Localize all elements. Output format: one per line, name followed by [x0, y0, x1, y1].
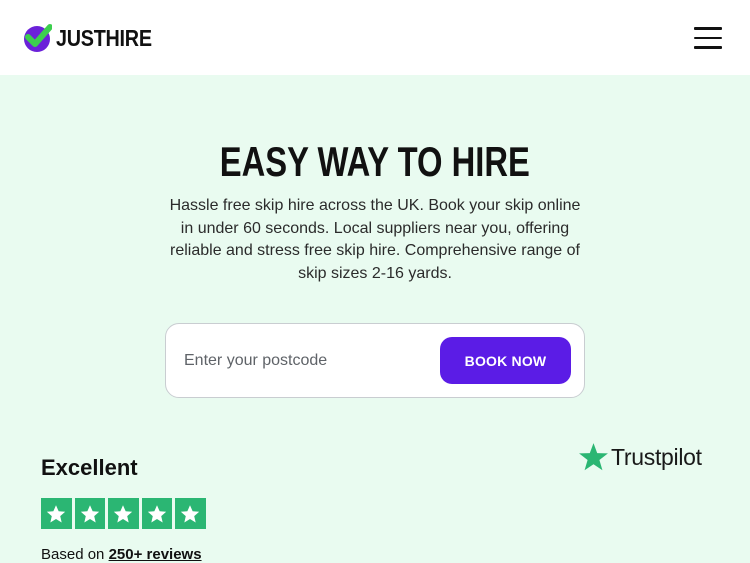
hero-section: EASY WAY TO HIRE Hassle free skip hire a… — [0, 75, 750, 563]
trustpilot-wordmark: Trustpilot — [611, 444, 702, 470]
rating-label: Excellent — [41, 455, 138, 480]
reviews-prefix: Based on — [41, 546, 105, 563]
site-header: JUSTHIRE — [0, 0, 750, 75]
postcode-search-form: BOOK NOW — [165, 323, 585, 398]
brand-logo[interactable]: JUSTHIRE — [22, 23, 167, 53]
star-icon — [41, 498, 72, 529]
star-icon — [74, 498, 105, 529]
trustpilot-star-icon — [579, 443, 608, 471]
star-icon — [108, 498, 139, 529]
brand-name: JUSTHIRE — [56, 24, 152, 51]
star-icon — [141, 498, 172, 529]
reviews-link[interactable]: 250+ reviews — [109, 546, 202, 563]
hero-description: Hassle free skip hire across the UK. Boo… — [169, 197, 581, 282]
page-title: EASY WAY TO HIRE — [219, 138, 531, 185]
reviews-summary: Based on 250+ reviews — [41, 546, 202, 563]
postcode-input[interactable] — [184, 344, 434, 378]
trustpilot-logo[interactable]: Trustpilot — [577, 441, 702, 474]
book-now-button[interactable]: BOOK NOW — [440, 337, 571, 384]
check-logo-icon — [24, 24, 52, 52]
hamburger-menu-icon[interactable] — [694, 27, 724, 49]
star-rating — [41, 498, 206, 529]
star-icon — [175, 498, 206, 529]
